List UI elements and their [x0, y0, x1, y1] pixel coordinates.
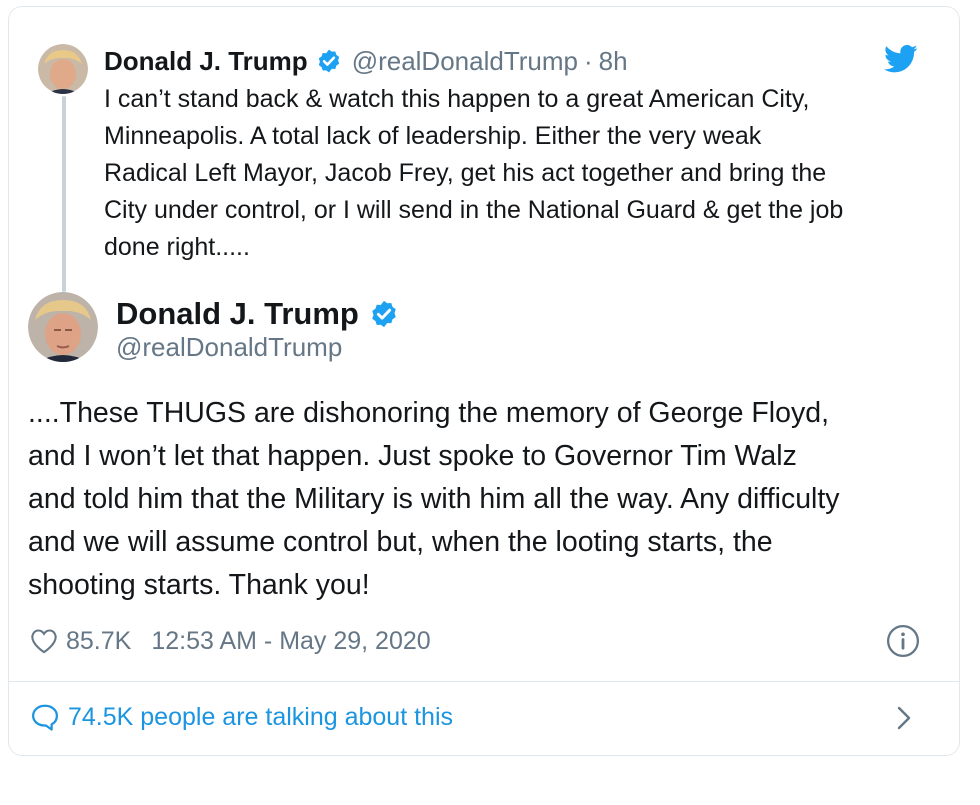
parent-tweet-header: Donald J. Trump @realDonaldTrump · 8h	[104, 44, 628, 78]
people-talking-label: 74.5K people are talking about this	[68, 702, 453, 731]
parent-handle[interactable]: @realDonaldTrump	[352, 46, 578, 77]
main-avatar[interactable]	[28, 292, 98, 362]
main-display-name[interactable]: Donald J. Trump	[116, 296, 359, 332]
tweet-timestamp[interactable]: 12:53 AM - May 29, 2020	[151, 627, 430, 656]
main-name-row: Donald J. Trump	[116, 294, 409, 334]
like-count[interactable]: 85.7K	[66, 627, 131, 656]
parent-avatar[interactable]	[38, 44, 88, 94]
parent-display-name[interactable]: Donald J. Trump	[104, 46, 308, 77]
thread-connector-line	[62, 96, 66, 292]
header-separator: ·	[583, 45, 593, 76]
main-handle[interactable]: @realDonaldTrump	[116, 332, 342, 363]
verified-badge-icon	[316, 48, 342, 74]
footer-divider	[8, 681, 960, 682]
tweet-meta-row: 85.7K 12:53 AM - May 29, 2020	[30, 622, 431, 660]
heart-icon[interactable]	[30, 628, 58, 654]
main-tweet-text: ....These THUGS are dishonoring the memo…	[28, 397, 840, 601]
info-icon[interactable]	[886, 624, 920, 658]
people-talking-link[interactable]: 74.5K people are talking about this	[30, 698, 453, 736]
parent-tweet-text: I can’t stand back & watch this happen t…	[104, 85, 844, 261]
speech-bubble-icon	[30, 703, 60, 731]
verified-badge-icon	[369, 299, 399, 329]
twitter-bird-icon[interactable]	[884, 44, 918, 74]
parent-timestamp[interactable]: 8h	[599, 46, 628, 77]
chevron-right-icon[interactable]	[892, 702, 916, 734]
